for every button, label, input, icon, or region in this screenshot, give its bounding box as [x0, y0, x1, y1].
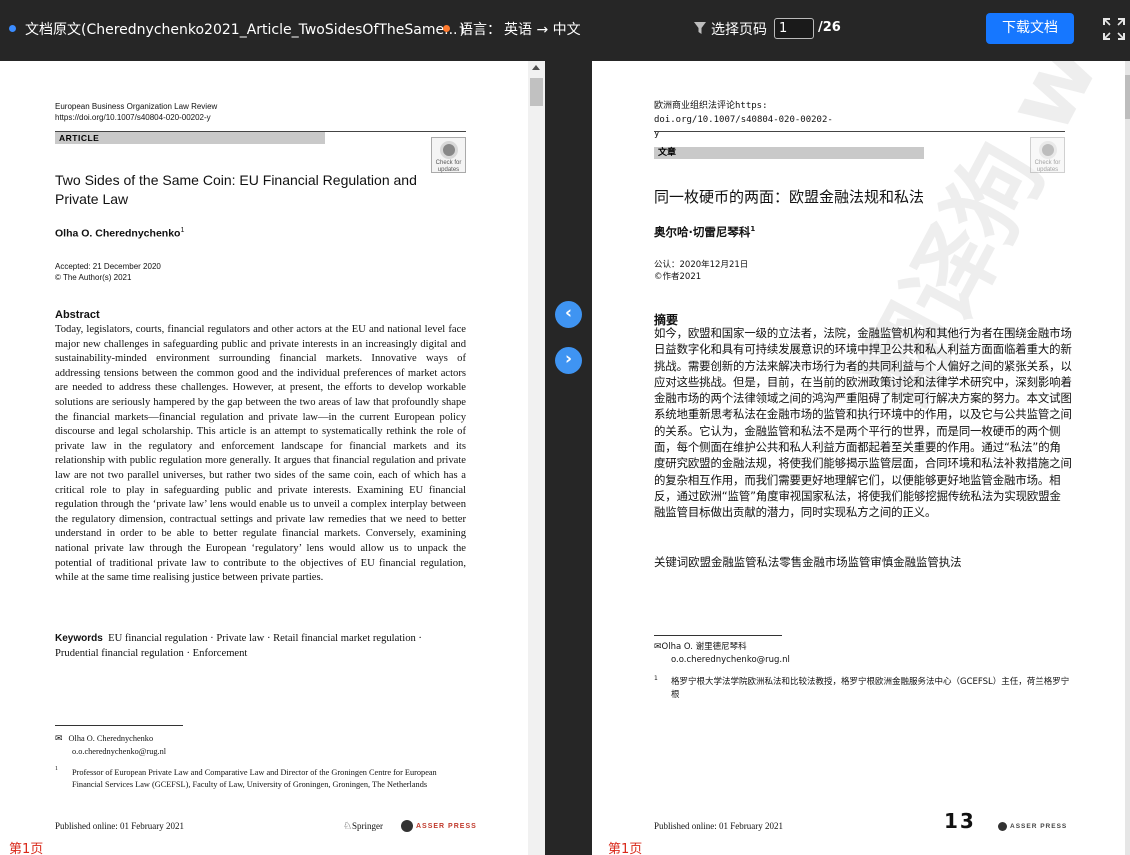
footnote-text-translated: 格罗宁根大学法学院欧洲私法和比较法教授，格罗宁根欧洲金融服务法中心（GCEFSL… — [671, 677, 1070, 700]
copyright-line: © The Author(s) 2021 — [55, 273, 132, 282]
translated-document-page: 翻译狗 www.fanyigou 欧洲商业组织法评论https: doi.org… — [592, 61, 1130, 855]
affiliation-footnote: 1 Professor of European Private Law and … — [55, 766, 466, 790]
section-band-translated: 文章 — [654, 147, 924, 159]
next-page-button[interactable]: › — [555, 347, 582, 374]
accepted-date-translated: 公认：2020年12月21日 — [654, 260, 749, 270]
footnote-text: Professor of European Private Law and Co… — [72, 768, 437, 789]
check-for-updates-badge-translated: Check for updates — [1030, 137, 1065, 173]
published-online-translated: Published online: 01 February 2021 — [654, 821, 783, 831]
contact-email[interactable]: o.o.cherednychenko@rug.nl — [55, 746, 166, 758]
check-for-updates-badge: Check for updates — [431, 137, 466, 173]
journal-header: European Business Organization Law Revie… — [55, 101, 217, 123]
original-page-label: 第1页 — [9, 842, 44, 855]
language-label: 语言： — [459, 22, 501, 38]
asser-press-label: ASSER PRESS — [416, 822, 477, 830]
affiliation-footnote-translated: 1 格罗宁根大学法学院欧洲私法和比较法教授，格罗宁根欧洲金融服务法中心（GCEF… — [654, 675, 1074, 701]
previous-page-button[interactable]: ‹ — [555, 301, 582, 328]
document-title-text: 文档原文(Cherednychenko2021_Article_TwoSides… — [25, 22, 458, 38]
filter-icon — [694, 22, 706, 34]
published-online: Published online: 01 February 2021 — [55, 821, 184, 831]
accepted-date: Accepted: 21 December 2020 — [55, 262, 161, 271]
asser-press-logo: ASSER PRESS — [401, 820, 477, 832]
article-dates: Accepted: 21 December 2020 © The Author(… — [55, 261, 161, 283]
page-total: /26 — [818, 20, 841, 35]
journal-doi: https://doi.org/10.1007/s40804-020-00202… — [55, 113, 211, 122]
contact-email-translated[interactable]: o.o.cherednychenko@rug.nl — [654, 654, 790, 667]
translated-scrollbar[interactable] — [1125, 61, 1130, 855]
springer-horse-icon: ♘ — [343, 821, 352, 832]
footnote-number: 1 — [55, 766, 58, 772]
section-band: ARTICLE — [55, 132, 325, 144]
springer-logo: ♘Springer — [343, 821, 383, 832]
top-toolbar: 文档原文(Cherednychenko2021_Article_TwoSides… — [0, 0, 1130, 61]
scroll-thumb[interactable] — [530, 78, 543, 106]
article-dates-translated: 公认：2020年12月21日 ©作者2021 — [654, 259, 748, 283]
author-footnote-mark: 1 — [750, 225, 756, 234]
page-number-input[interactable] — [774, 18, 814, 39]
download-document-button[interactable]: 下载文档 — [986, 13, 1074, 44]
original-scrollbar[interactable] — [528, 61, 545, 855]
section-label-translated: 文章 — [658, 148, 677, 158]
asser-press-icon — [401, 820, 413, 832]
asser-press-logo-translated: ASSER PRESS — [998, 822, 1067, 831]
contact-name-translated: Olha O. 谢里德尼琴科 — [661, 642, 747, 652]
scroll-thumb[interactable] — [1125, 75, 1130, 119]
language-dot-icon — [443, 25, 450, 32]
page-select-label: 选择页码 — [711, 22, 767, 38]
contact-block-translated: ✉Olha O. 谢里德尼琴科 o.o.cherednychenko@rug.n… — [654, 641, 790, 666]
status-dot-icon — [9, 25, 16, 32]
abstract-body: Today, legislators, courts, financial re… — [55, 324, 466, 584]
journal-13-logo: 13 — [944, 809, 976, 833]
section-label: ARTICLE — [59, 133, 100, 143]
article-title: Two Sides of the Same Coin: EU Financial… — [55, 172, 417, 207]
envelope-icon: ✉ — [654, 642, 662, 652]
journal-name: European Business Organization Law Revie… — [55, 102, 218, 111]
footnote-number: 1 — [654, 675, 658, 682]
scroll-up-arrow-icon[interactable] — [532, 65, 540, 70]
check-for-updates-icon — [1038, 141, 1057, 159]
contact-block: ✉ Olha O. Cherednychenko o.o.cherednychen… — [55, 733, 166, 757]
pane-gutter — [545, 61, 592, 855]
keywords-text: EU financial regulation · Private law · … — [55, 633, 422, 659]
abstract-body-translated: 如今，欧盟和国家一级的立法者，法院，金融监管机构和其他行为者在围绕金融市场日益数… — [654, 326, 1072, 520]
article-author-translated: 奥尔哈·切雷尼琴科1 — [654, 224, 755, 240]
fullscreen-icon[interactable] — [1102, 17, 1126, 41]
article-author: Olha O. Cherednychenko1 — [55, 227, 184, 240]
document-title: 文档原文(Cherednychenko2021_Article_TwoSides… — [25, 19, 465, 39]
keywords-label: Keywords — [55, 633, 103, 644]
author-footnote-mark: 1 — [180, 227, 185, 234]
footnote-rule-translated — [654, 635, 782, 636]
asser-press-icon — [998, 822, 1007, 831]
article-title-translated: 同一枚硬币的两面：欧盟金融法规和私法 — [654, 188, 925, 206]
copyright-line-translated: ©作者2021 — [654, 272, 702, 282]
header-rule-translated — [654, 131, 1065, 132]
springer-label: Springer — [351, 821, 383, 831]
keywords-line-translated: 关键词欧盟金融监管私法零售金融市场监管审慎金融监管执法 — [654, 555, 962, 569]
keywords-line: Keywords EU financial regulation · Priva… — [55, 631, 466, 661]
check-for-updates-icon — [439, 141, 458, 159]
contact-name: Olha O. Cherednychenko — [68, 734, 154, 743]
abstract-heading: Abstract — [55, 309, 100, 321]
journal-header-translated: 欧洲商业组织法评论https: doi.org/10.1007/s40804-0… — [654, 101, 833, 139]
check-for-updates-label: Check for updates — [435, 160, 462, 173]
translated-page-label: 第1页 — [608, 842, 643, 855]
envelope-icon: ✉ — [55, 734, 63, 744]
asser-press-label: ASSER PRESS — [1010, 823, 1068, 831]
check-for-updates-label: Check for updates — [1034, 160, 1061, 173]
footnote-rule — [55, 725, 183, 726]
author-name: Olha O. Cherednychenko — [55, 227, 181, 240]
author-name-translated: 奥尔哈·切雷尼琴科 — [654, 225, 751, 239]
original-document-page: European Business Organization Law Revie… — [0, 61, 528, 855]
language-pair[interactable]: 英语 → 中文 — [504, 19, 581, 39]
